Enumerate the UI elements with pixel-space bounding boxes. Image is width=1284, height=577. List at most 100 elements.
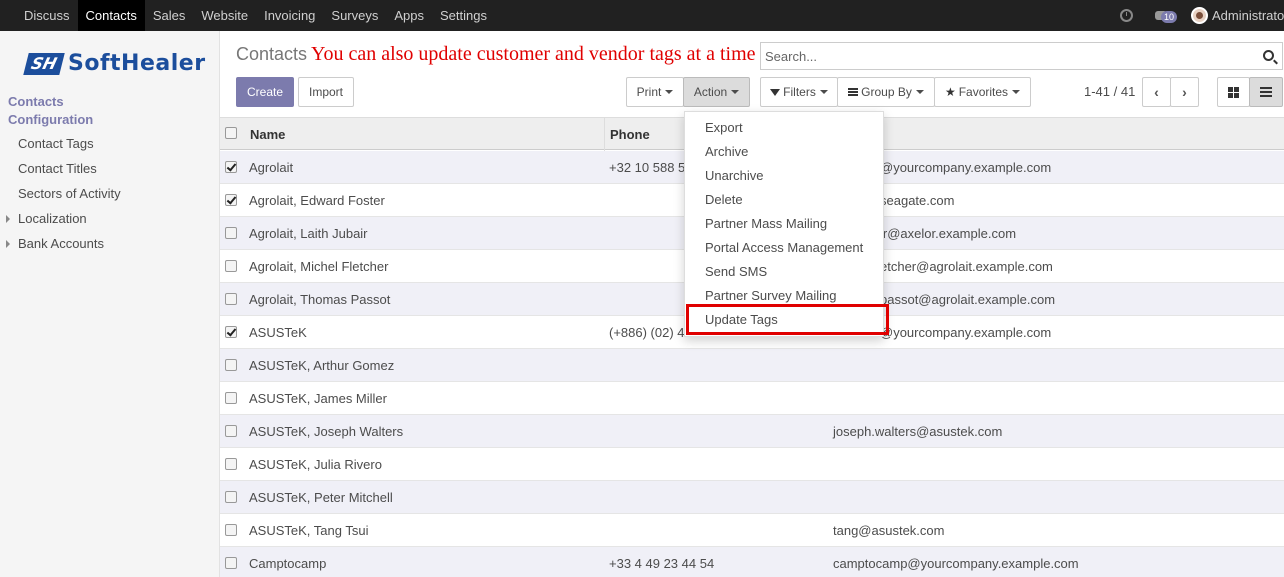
action-partner-mass-mailing[interactable]: Partner Mass Mailing [705,216,827,231]
cell-name: ASUSTeK, James Miller [249,391,387,406]
sidebar: SH SoftHealer Contacts Configuration Con… [0,31,220,577]
menu-website[interactable]: Website [193,0,256,31]
grid-icon [1228,86,1239,98]
menu-invoicing[interactable]: Invoicing [256,0,323,31]
select-all-checkbox[interactable] [225,127,237,139]
cell-name: Agrolait, Edward Foster [249,193,385,208]
import-button[interactable]: Import [298,77,354,107]
cell-email: ir@axelor.example.com [880,226,1017,241]
row-checkbox[interactable] [225,260,237,272]
action-export[interactable]: Export [705,120,743,135]
table-row[interactable]: Camptocamp +33 4 49 23 44 54 camptocamp@yo… [220,547,1284,577]
cell-email: @yourcompany.example.com [880,325,1052,340]
logo-mark: SH [23,52,65,75]
app-menu: Discuss Contacts Sales Website Invoicing… [0,0,495,31]
row-checkbox[interactable] [225,524,237,536]
menu-apps[interactable]: Apps [386,0,432,31]
column-header-phone[interactable]: Phone [610,127,650,142]
table-row[interactable]: ASUSTeK, James Miller [220,382,1284,415]
row-checkbox[interactable] [225,425,237,437]
row-checkbox[interactable] [225,458,237,470]
row-checkbox[interactable] [225,359,237,371]
column-divider [604,118,605,151]
row-checkbox[interactable] [225,392,237,404]
caret-right-icon[interactable] [6,240,10,248]
row-checkbox[interactable] [225,194,237,206]
sidebar-section-configuration[interactable]: Configuration [8,112,93,127]
caret-down-icon [665,90,674,94]
action-button[interactable]: Action [683,77,750,107]
group-by-label: Group By [861,85,912,99]
caret-right-icon[interactable] [6,215,10,223]
cell-name: Agrolait, Michel Fletcher [249,259,389,274]
cell-email: seagate.com [880,193,955,208]
sidebar-section-contacts[interactable]: Contacts [8,94,64,109]
table-row[interactable]: ASUSTeK, Julia Rivero [220,448,1284,481]
favorites-label: Favorites [958,85,1009,99]
row-checkbox[interactable] [225,557,237,569]
cell-email: joseph.walters@asustek.com [833,424,1003,439]
filter-icon [770,88,781,96]
caret-down-icon [819,90,828,94]
user-avatar[interactable] [1191,7,1208,24]
cell-phone: +33 4 49 23 44 54 [609,556,715,571]
pager-next-button[interactable]: › [1170,77,1199,107]
pager-value[interactable]: 1-41 / 41 [1084,84,1135,99]
chevron-right-icon: › [1182,84,1187,100]
search-input[interactable] [761,43,1241,69]
user-menu-name[interactable]: Administrator [1212,8,1284,23]
action-archive[interactable]: Archive [705,144,748,159]
menu-contacts[interactable]: Contacts [77,0,145,31]
filters-button[interactable]: Filters [760,77,838,107]
filters-label: Filters [783,85,816,99]
menu-surveys[interactable]: Surveys [323,0,386,31]
caret-down-icon [731,90,740,94]
sidebar-item-contact-tags[interactable]: Contact Tags [18,136,94,151]
cell-name: ASUSTeK, Julia Rivero [249,457,382,472]
list-icon [1260,87,1272,97]
column-header-name[interactable]: Name [250,127,285,142]
favorites-button[interactable]: ★ Favorites [934,77,1031,107]
table-row[interactable]: ASUSTeK, Tang Tsui tang@asustek.com [220,514,1284,547]
action-delete[interactable]: Delete [705,192,743,207]
page-title: Contacts [236,44,308,64]
menu-sales[interactable]: Sales [145,0,194,31]
top-navbar: Discuss Contacts Sales Website Invoicing… [0,0,1284,31]
action-partner-survey-mailing[interactable]: Partner Survey Mailing [705,288,837,303]
cell-name: ASUSTeK, Tang Tsui [249,523,369,538]
company-logo: SH SoftHealer [23,51,206,76]
action-portal-access-management[interactable]: Portal Access Management [705,240,863,255]
list-view-button[interactable] [1249,77,1283,107]
cell-email: etcher@agrolait.example.com [880,259,1053,274]
cell-name: Agrolait [249,160,294,175]
menu-settings[interactable]: Settings [432,0,495,31]
sidebar-item-localization[interactable]: Localization [18,211,87,226]
cell-email: @yourcompany.example.com [880,160,1052,175]
table-row[interactable]: ASUSTeK, Arthur Gomez [220,349,1284,382]
cell-phone: (+886) (02) 4 [609,325,685,340]
search-icon[interactable] [1263,50,1274,61]
group-by-button[interactable]: Group By [837,77,935,107]
table-row[interactable]: ASUSTeK, Joseph Walters joseph.walters@as… [220,415,1284,448]
create-button[interactable]: Create [236,77,294,107]
star-icon: ★ [944,85,956,99]
sidebar-item-sectors-of-activity[interactable]: Sectors of Activity [18,186,121,201]
print-button[interactable]: Print [626,77,684,107]
kanban-view-button[interactable] [1217,77,1250,107]
row-checkbox[interactable] [225,491,237,503]
row-checkbox[interactable] [225,161,237,173]
action-unarchive[interactable]: Unarchive [705,168,764,183]
bars-icon [848,88,859,96]
activity-clock-icon[interactable] [1120,9,1133,22]
row-checkbox[interactable] [225,293,237,305]
chevron-left-icon: ‹ [1154,84,1159,100]
table-row[interactable]: ASUSTeK, Peter Mitchell [220,481,1284,514]
messaging-icon[interactable]: 10 [1155,9,1178,23]
row-checkbox[interactable] [225,326,237,338]
sidebar-item-contact-titles[interactable]: Contact Titles [18,161,97,176]
sidebar-item-bank-accounts[interactable]: Bank Accounts [18,236,104,251]
row-checkbox[interactable] [225,227,237,239]
menu-discuss[interactable]: Discuss [16,0,78,31]
action-send-sms[interactable]: Send SMS [705,264,767,279]
pager-previous-button[interactable]: ‹ [1142,77,1171,107]
